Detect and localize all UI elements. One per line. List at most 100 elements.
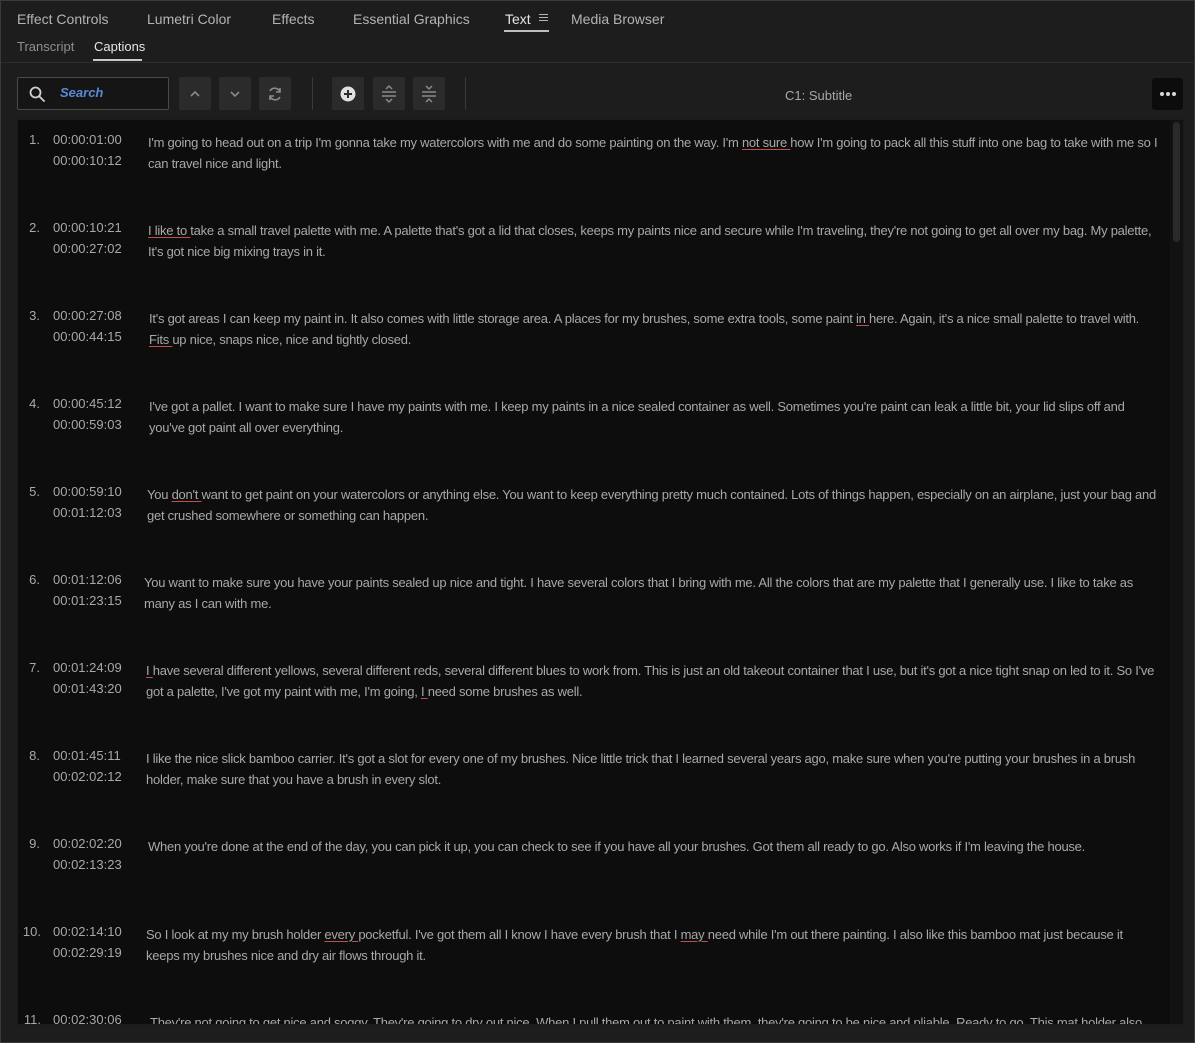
caption-number: 6. [29, 572, 40, 587]
tab-media-browser[interactable]: Media Browser [571, 11, 664, 27]
refresh-button[interactable] [259, 77, 291, 110]
caption-in-timecode[interactable]: 00:01:45:11 [53, 748, 121, 763]
search-icon [29, 86, 45, 102]
add-caption-button[interactable] [332, 77, 364, 110]
caption-number: 4. [29, 396, 40, 411]
caption-number: 9. [29, 836, 40, 851]
caption-text[interactable]: I'm going to head out on a trip I'm gonn… [148, 132, 1158, 174]
previous-caption-button[interactable] [179, 77, 211, 110]
spelling-flag[interactable]: Fits [149, 332, 172, 347]
tab-essential-graphics[interactable]: Essential Graphics [353, 11, 470, 27]
merge-icon [422, 85, 436, 103]
split-caption-button[interactable] [373, 77, 405, 110]
panel-menu-icon[interactable] [539, 14, 548, 23]
caption-out-timecode[interactable]: 00:00:27:02 [53, 241, 122, 256]
caption-out-timecode[interactable]: 00:01:12:03 [53, 505, 122, 520]
caption-number: 10. [22, 924, 41, 939]
caption-out-timecode[interactable]: 00:00:44:15 [53, 329, 122, 344]
caption-in-timecode[interactable]: 00:02:30:06 [53, 1012, 122, 1024]
caption-row[interactable]: 11.00:02:30:0600:02:44:13They're not goi… [18, 1000, 1168, 1024]
caption-in-timecode[interactable]: 00:00:27:08 [53, 308, 122, 323]
subtab-transcript[interactable]: Transcript [17, 39, 74, 54]
tab-effect-controls[interactable]: Effect Controls [17, 11, 109, 27]
search-input[interactable]: Search [17, 77, 169, 110]
caption-track-label[interactable]: C1: Subtitle [785, 88, 852, 103]
split-icon [382, 84, 396, 104]
subtab-captions[interactable]: Captions [94, 39, 145, 54]
caption-list[interactable]: 1. 00:00:01:00 00:00:10:12 I'm going to hea… [17, 119, 1184, 1025]
caption-text[interactable]: You don't want to get paint on your wate… [147, 484, 1157, 526]
toolbar-divider [465, 77, 466, 110]
caption-text[interactable]: I have several different yellows, severa… [146, 660, 1156, 702]
spelling-flag[interactable]: I [146, 663, 153, 678]
refresh-icon [269, 87, 281, 101]
caption-row[interactable]: 2. 00:00:10:21 00:00:27:02 I like to take a… [18, 208, 1168, 296]
divider [1, 62, 1194, 63]
caption-row[interactable]: 8. 00:01:45:11 00:02:02:12 I like the nice … [18, 736, 1168, 824]
caption-row[interactable]: 10. 00:02:14:10 00:02:29:19 So I look at my… [18, 912, 1168, 1000]
caption-row[interactable]: 6. 00:01:12:06 00:01:23:15 You want to make… [18, 560, 1168, 648]
caption-row[interactable]: 9. 00:02:02:20 00:02:13:23 When you're done… [18, 824, 1168, 912]
caption-number: 5. [29, 484, 40, 499]
caption-out-timecode[interactable]: 00:02:02:12 [53, 769, 122, 784]
caption-text[interactable]: It's got areas I can keep my paint in. I… [149, 308, 1159, 350]
spelling-flag[interactable]: may [681, 927, 708, 942]
caption-out-timecode[interactable]: 00:02:13:23 [53, 857, 122, 872]
tab-text[interactable]: Text [505, 11, 531, 27]
spelling-flag[interactable]: in [856, 311, 869, 326]
caption-out-timecode[interactable]: 00:00:59:03 [53, 417, 122, 432]
caption-text[interactable]: You want to make sure you have your pain… [144, 572, 1154, 614]
caption-number: 8. [29, 748, 40, 763]
more-options-button[interactable] [1152, 78, 1183, 110]
caption-row[interactable]: 5. 00:00:59:10 00:01:12:03 You don't want t… [18, 472, 1168, 560]
caption-row[interactable]: 7. 00:01:24:09 00:01:43:20 I have several d… [18, 648, 1168, 736]
caption-text[interactable]: I like the nice slick bamboo carrier. It… [146, 748, 1156, 790]
chevron-down-icon [230, 91, 240, 98]
search-placeholder: Search [60, 85, 104, 100]
plus-circle-icon [340, 86, 356, 102]
active-subtab-indicator [93, 59, 142, 61]
merge-captions-button[interactable] [413, 77, 445, 110]
caption-row[interactable]: 1. 00:00:01:00 00:00:10:12 I'm going to hea… [18, 120, 1168, 208]
caption-in-timecode[interactable]: 00:00:45:12 [53, 396, 122, 411]
toolbar-divider [312, 77, 313, 110]
caption-number: 2. [29, 220, 40, 235]
scrollbar-thumb[interactable] [1173, 122, 1180, 242]
caption-text[interactable]: I've got a pallet. I want to make sure I… [149, 396, 1159, 438]
spelling-flag[interactable]: every [324, 927, 358, 942]
scrollbar[interactable] [1170, 120, 1183, 1024]
caption-text[interactable]: So I look at my my brush holder every po… [146, 924, 1156, 966]
tab-effects[interactable]: Effects [272, 11, 315, 27]
tab-lumetri-color[interactable]: Lumetri Color [147, 11, 231, 27]
spelling-flag[interactable]: I like to [148, 223, 190, 238]
caption-in-timecode[interactable]: 00:02:02:20 [53, 836, 122, 851]
caption-in-timecode[interactable]: 00:01:12:06 [53, 572, 122, 587]
caption-row[interactable]: 3. 00:00:27:08 00:00:44:15 It's got areas I… [18, 296, 1168, 384]
spelling-flag[interactable]: not sure [742, 135, 790, 150]
caption-number: 7. [29, 660, 40, 675]
caption-out-timecode[interactable]: 00:00:10:12 [53, 153, 122, 168]
caption-in-timecode[interactable]: 00:00:59:10 [53, 484, 122, 499]
caption-text[interactable]: When you're done at the end of the day, … [148, 836, 1158, 857]
next-caption-button[interactable] [219, 77, 251, 110]
panel-tab-bar: Effect Controls Lumetri Color Effects Es… [1, 1, 1194, 35]
caption-out-timecode[interactable]: 00:01:43:20 [53, 681, 122, 696]
spelling-flag[interactable]: I [421, 684, 428, 699]
caption-text[interactable]: I like to take a small travel palette wi… [148, 220, 1158, 262]
more-icon [1172, 92, 1176, 96]
spelling-flag[interactable]: don't [172, 487, 202, 502]
caption-in-timecode[interactable]: 00:00:10:21 [53, 220, 122, 235]
caption-text[interactable]: They're not going to get nice and soggy.… [150, 1012, 1160, 1024]
text-panel: Effect Controls Lumetri Color Effects Es… [0, 0, 1195, 1043]
more-icon [1166, 92, 1170, 96]
caption-in-timecode[interactable]: 00:02:14:10 [53, 924, 122, 939]
caption-in-timecode[interactable]: 00:00:01:00 [53, 132, 122, 147]
caption-in-timecode[interactable]: 00:01:24:09 [53, 660, 122, 675]
caption-number: 3. [29, 308, 40, 323]
caption-number: 1. [29, 132, 40, 147]
more-icon [1160, 92, 1164, 96]
caption-out-timecode[interactable]: 00:01:23:15 [53, 593, 122, 608]
caption-row[interactable]: 4. 00:00:45:12 00:00:59:03 I've got a palle… [18, 384, 1168, 472]
caption-out-timecode[interactable]: 00:02:29:19 [53, 945, 122, 960]
active-tab-indicator [504, 30, 549, 32]
